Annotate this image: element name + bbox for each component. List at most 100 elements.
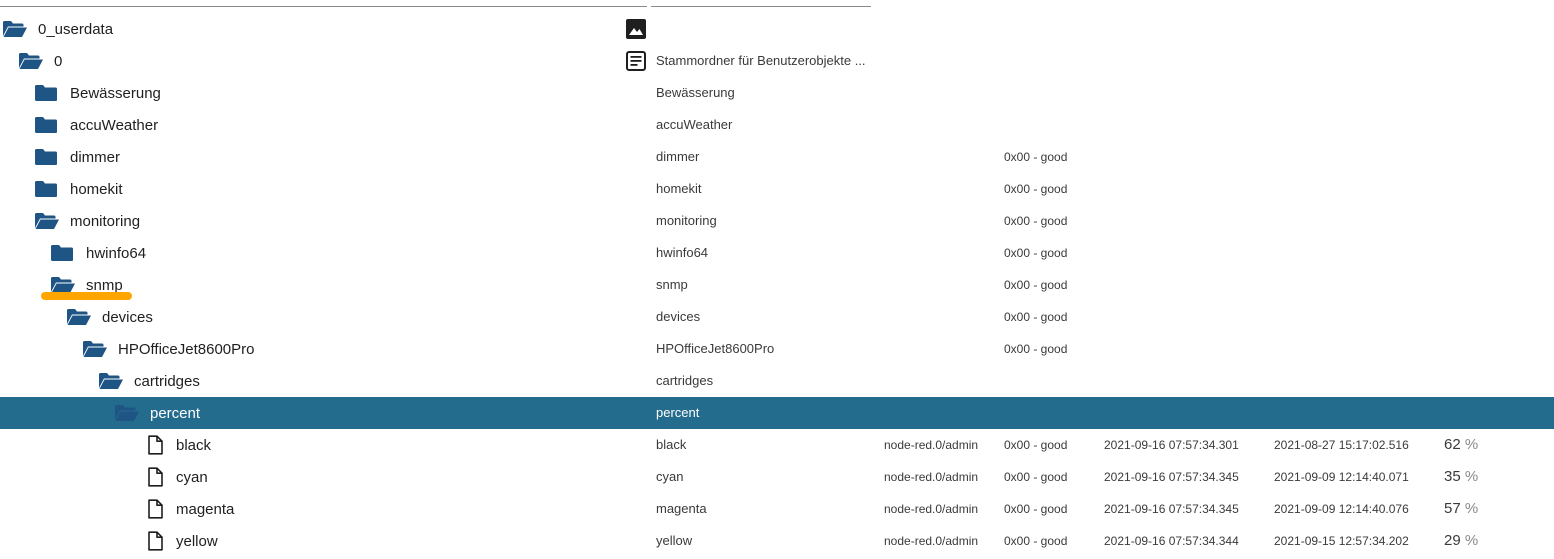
tree-row[interactable]: HPOfficeJet8600Pro HPOfficeJet8600Pro 0x00… <box>0 333 1554 365</box>
folder-open-icon[interactable] <box>82 339 108 359</box>
tree-row-name: hwinfo64 <box>50 237 146 269</box>
tree-row[interactable]: accuWeather accuWeather <box>0 109 1554 141</box>
file-icon[interactable] <box>146 467 164 487</box>
tree-row-name: percent <box>114 397 200 429</box>
object-value[interactable]: 35 % <box>1444 461 1478 493</box>
object-name: magenta <box>176 500 235 518</box>
column-divider-description <box>651 6 871 7</box>
folder-icon[interactable] <box>34 147 60 167</box>
tree-row-name: HPOfficeJet8600Pro <box>82 333 254 365</box>
object-timestamp: 2021-09-16 07:57:34.301 <box>1104 438 1239 452</box>
object-value-number: 62 <box>1444 436 1461 453</box>
image-icon[interactable] <box>625 18 647 40</box>
object-timestamp: 2021-09-16 07:57:34.345 <box>1104 502 1239 516</box>
object-name: devices <box>102 308 153 326</box>
object-value[interactable]: 29 % <box>1444 525 1478 557</box>
tree-row[interactable]: percent percent <box>0 397 1554 429</box>
folder-open-icon[interactable] <box>98 371 124 391</box>
folder-open-icon[interactable] <box>66 307 92 327</box>
folder-icon[interactable] <box>34 179 60 199</box>
object-name: cartridges <box>134 372 200 390</box>
tree-row[interactable]: black black node-red.0/admin 0x00 - good 202… <box>0 429 1554 461</box>
object-timestamp: 2021-09-16 07:57:34.344 <box>1104 534 1239 548</box>
object-description: black <box>656 437 687 452</box>
folder-open-icon[interactable] <box>2 19 28 39</box>
tree-row-name: magenta <box>130 493 234 525</box>
tree-row[interactable]: devices devices 0x00 - good <box>0 301 1554 333</box>
folder-open-icon[interactable] <box>18 51 44 71</box>
object-description: cyan <box>656 469 684 484</box>
object-description: hwinfo64 <box>656 245 709 260</box>
object-description: cartridges <box>656 373 714 388</box>
file-icon[interactable] <box>146 435 164 455</box>
object-name: monitoring <box>70 212 141 230</box>
object-quality: 0x00 - good <box>1004 214 1068 228</box>
object-value-number: 29 <box>1444 532 1461 549</box>
object-quality: 0x00 - good <box>1004 438 1068 452</box>
object-quality: 0x00 - good <box>1004 470 1068 484</box>
object-description: magenta <box>656 501 707 516</box>
file-icon[interactable] <box>146 531 164 551</box>
tree-row-name: 0_userdata <box>2 13 113 45</box>
object-name: snmp <box>86 276 123 294</box>
object-name: black <box>176 436 212 454</box>
folder-open-icon[interactable] <box>114 403 140 423</box>
object-name: HPOfficeJet8600Pro <box>118 340 255 358</box>
object-from: node-red.0/admin <box>884 502 979 516</box>
object-quality: 0x00 - good <box>1004 182 1068 196</box>
tree-row-name: 0 <box>18 45 62 77</box>
tree-row-name: dimmer <box>34 141 120 173</box>
object-timestamp: 2021-09-16 07:57:34.345 <box>1104 470 1239 484</box>
object-value-unit: % <box>1464 500 1479 517</box>
object-quality: 0x00 - good <box>1004 502 1068 516</box>
tree-row[interactable]: cartridges cartridges <box>0 365 1554 397</box>
tree-row-name: homekit <box>34 173 123 205</box>
folder-icon[interactable] <box>50 243 76 263</box>
tree-row[interactable]: yellow yellow node-red.0/admin 0x00 - good 2… <box>0 525 1554 557</box>
object-value[interactable]: 62 % <box>1444 429 1478 461</box>
tree-row[interactable]: Bewässerung Bewässerung <box>0 77 1554 109</box>
object-description: dimmer <box>656 149 700 164</box>
folder-icon[interactable] <box>34 83 60 103</box>
object-description: yellow <box>656 533 693 548</box>
object-name: cyan <box>176 468 208 486</box>
object-quality: 0x00 - good <box>1004 150 1068 164</box>
folder-open-icon[interactable] <box>34 211 60 231</box>
tree-row[interactable]: magenta magenta node-red.0/admin 0x00 - goo… <box>0 493 1554 525</box>
tree-row[interactable]: hwinfo64 hwinfo64 0x00 - good <box>0 237 1554 269</box>
tree-row[interactable]: dimmer dimmer 0x00 - good <box>0 141 1554 173</box>
document-icon[interactable] <box>625 50 647 72</box>
object-value-unit: % <box>1464 468 1479 485</box>
column-divider-name <box>0 6 647 7</box>
file-icon[interactable] <box>146 499 164 519</box>
object-description: Bewässerung <box>656 85 735 100</box>
object-tree: 0_userdata 0 Stammordner für Benutzerobjek… <box>0 13 1554 557</box>
snmp-highlight-marker <box>41 292 132 300</box>
object-from: node-red.0/admin <box>884 438 979 452</box>
folder-icon[interactable] <box>34 115 60 135</box>
tree-row[interactable]: homekit homekit 0x00 - good <box>0 173 1554 205</box>
object-name: 0_userdata <box>38 20 114 38</box>
object-name: accuWeather <box>70 116 159 134</box>
tree-row-name: monitoring <box>34 205 140 237</box>
object-quality: 0x00 - good <box>1004 310 1068 324</box>
object-value-unit: % <box>1464 436 1479 453</box>
object-last-changed: 2021-09-09 12:14:40.071 <box>1274 470 1409 484</box>
tree-row-name: devices <box>66 301 153 333</box>
object-from: node-red.0/admin <box>884 470 979 484</box>
tree-row-name: cyan <box>130 461 208 493</box>
tree-row[interactable]: 0_userdata <box>0 13 1554 45</box>
object-value[interactable]: 57 % <box>1444 493 1478 525</box>
object-name: 0 <box>54 52 63 70</box>
tree-row[interactable]: snmp snmp 0x00 - good <box>0 269 1554 301</box>
object-quality: 0x00 - good <box>1004 246 1068 260</box>
tree-row[interactable]: monitoring monitoring 0x00 - good <box>0 205 1554 237</box>
tree-row-name: accuWeather <box>34 109 158 141</box>
tree-row[interactable]: cyan cyan node-red.0/admin 0x00 - good 2021-… <box>0 461 1554 493</box>
object-description: HPOfficeJet8600Pro <box>656 341 775 356</box>
object-description: homekit <box>656 181 702 196</box>
object-name: percent <box>150 404 201 422</box>
object-name: Bewässerung <box>70 84 161 102</box>
tree-row[interactable]: 0 Stammordner für Benutzerobjekte ... <box>0 45 1554 77</box>
object-name: yellow <box>176 532 218 550</box>
